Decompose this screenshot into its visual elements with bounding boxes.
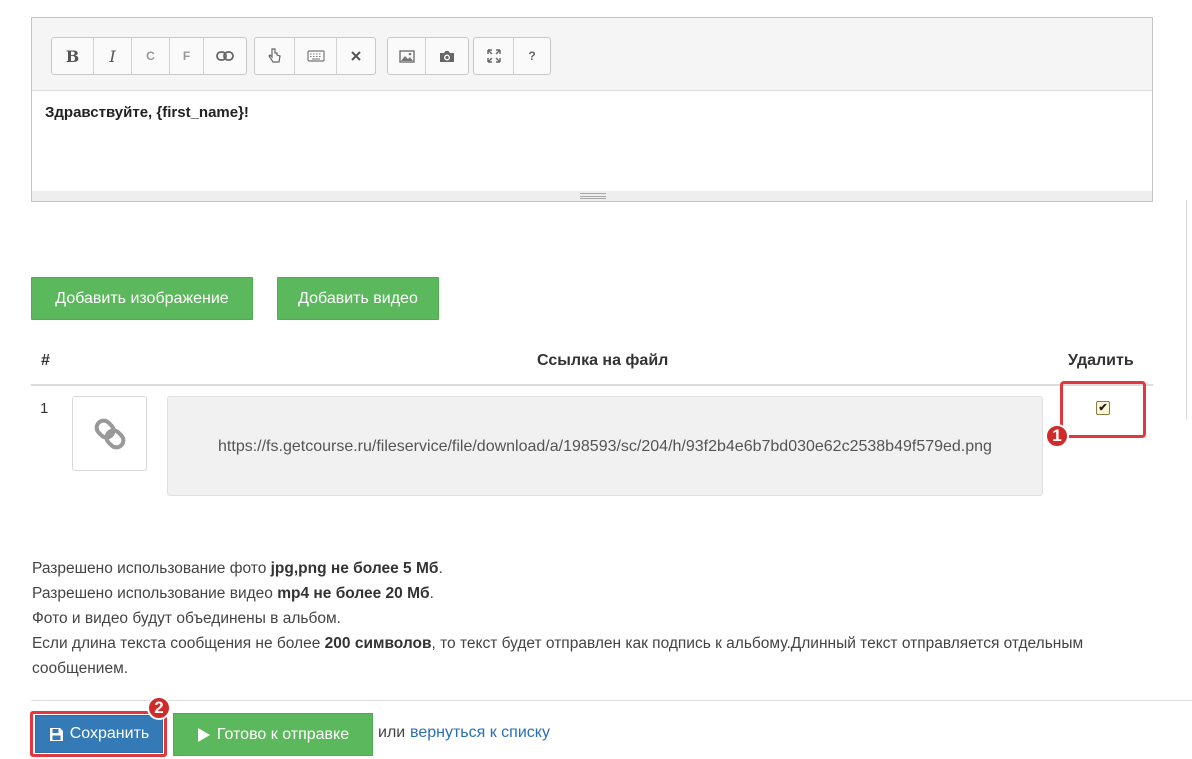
insert-image-button[interactable] — [388, 38, 426, 74]
info-line-caption: Если длина текста сообщения не более 200… — [32, 635, 1084, 677]
pointer-hand-icon — [267, 48, 281, 63]
save-button[interactable]: Сохранить — [35, 715, 163, 753]
page-scrollbar[interactable] — [1186, 200, 1192, 420]
toolbar-group-media — [387, 37, 469, 75]
close-icon — [351, 51, 361, 61]
editor-resize-handle[interactable] — [32, 191, 1152, 201]
save-button-label: Сохранить — [69, 725, 150, 742]
add-video-button[interactable]: Добавить видео — [277, 277, 439, 320]
bold-button[interactable]: B — [52, 38, 94, 74]
info-line-album: Фото и видео будут объединены в альбом. — [32, 610, 341, 627]
italic-button[interactable]: I — [94, 38, 132, 74]
expand-icon — [486, 49, 501, 63]
floppy-disk-icon — [49, 727, 63, 741]
delete-checkbox[interactable]: ✔ — [1096, 401, 1110, 415]
info-line-video: Разрешено использование видео mp4 не бол… — [32, 585, 434, 602]
add-image-button[interactable]: Добавить изображение — [31, 277, 253, 320]
editor-toolbar: B I C F ? — [32, 18, 1152, 91]
ready-button-label: Готово к отправке — [216, 725, 350, 743]
toolbar-group-view: ? — [473, 37, 551, 75]
toolbar-group-format: B I C F — [51, 37, 247, 75]
table-header-divider — [31, 384, 1153, 386]
ready-to-send-button[interactable]: Готово к отправке — [173, 713, 373, 756]
actions-divider — [31, 700, 1192, 701]
help-button[interactable]: ? — [514, 38, 550, 74]
clear-format-button[interactable] — [337, 38, 375, 74]
insert-photo-button[interactable] — [426, 38, 468, 74]
format-button[interactable]: F — [170, 38, 204, 74]
column-header-num: # — [41, 352, 50, 369]
column-header-link: Ссылка на файл — [537, 352, 669, 369]
keyboard-icon — [306, 50, 325, 62]
editor-content[interactable]: Здравствуйте, {first_name}! — [45, 104, 249, 121]
link-button[interactable] — [204, 38, 246, 74]
annotation-marker-2: 2 — [147, 696, 171, 720]
file-url[interactable]: https://fs.getcourse.ru/fileservice/file… — [167, 396, 1043, 496]
image-icon — [398, 49, 415, 63]
row-number: 1 — [40, 400, 49, 417]
link-icon — [216, 51, 234, 61]
code-button[interactable]: C — [132, 38, 170, 74]
back-to-list-link[interactable]: вернуться к списку — [410, 724, 550, 742]
info-line-photo: Разрешено использование фото jpg,png не … — [32, 560, 443, 577]
fullscreen-button[interactable] — [474, 38, 514, 74]
toolbar-group-insert — [254, 37, 376, 75]
file-thumbnail[interactable] — [72, 396, 147, 471]
button-insert-button[interactable] — [255, 38, 295, 74]
resize-grip-icon — [580, 193, 606, 199]
message-editor: B I C F ? Здравствуйте, {first_name}! — [31, 17, 1153, 202]
play-icon — [197, 727, 210, 742]
chain-link-icon — [94, 418, 125, 449]
or-text: или — [378, 724, 406, 741]
camera-icon — [440, 50, 454, 62]
annotation-marker-1: 1 — [1045, 424, 1069, 448]
upload-rules-text: Разрешено использование фото jpg,png не … — [32, 556, 1162, 681]
column-header-delete: Удалить — [1068, 352, 1134, 369]
keyboard-button[interactable] — [295, 38, 337, 74]
